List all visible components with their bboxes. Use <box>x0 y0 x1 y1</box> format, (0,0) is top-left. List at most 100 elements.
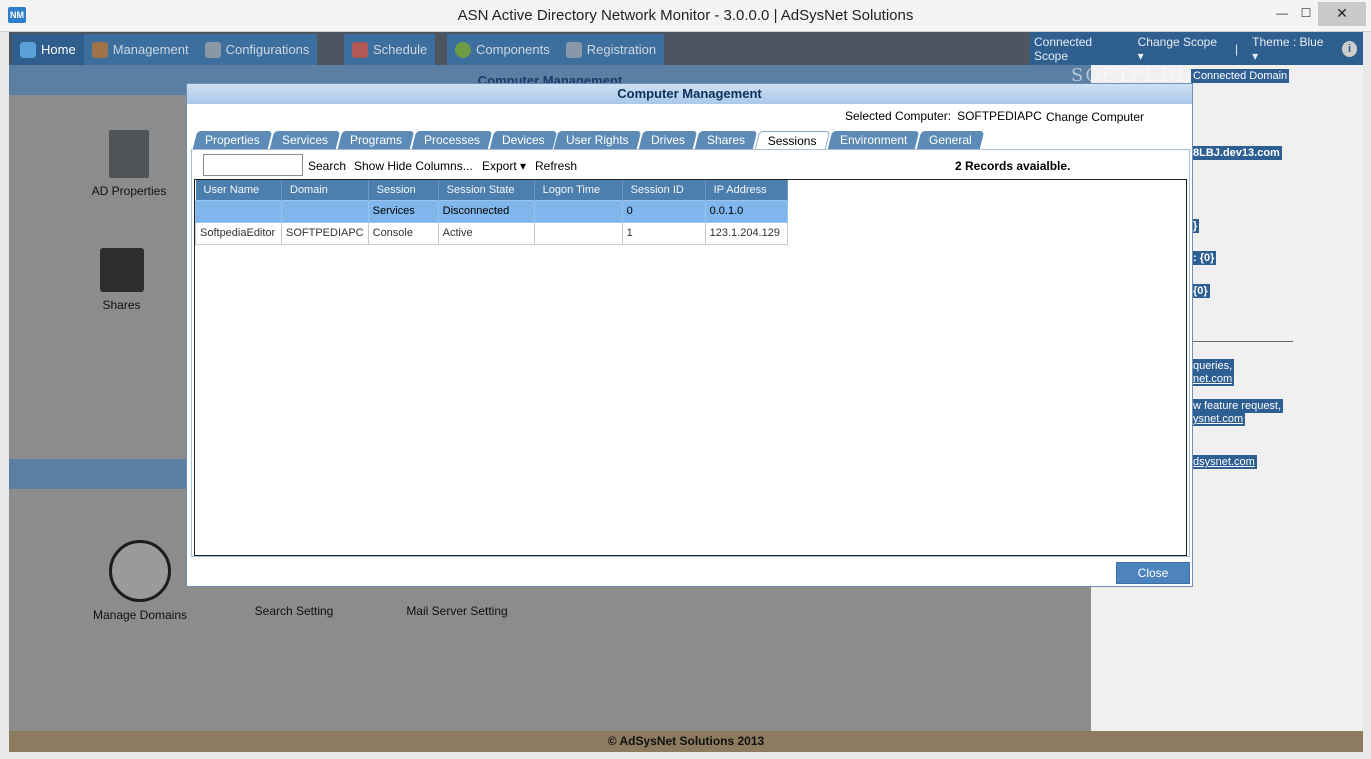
window-title-bar: NM ASN Active Directory Network Monitor … <box>0 0 1371 32</box>
tile-manage-domains[interactable]: Manage Domains <box>89 540 191 622</box>
computer-management-dialog: Computer Management Selected Computer: SO… <box>186 83 1193 587</box>
sales-link[interactable]: dsysnet.com <box>1191 455 1257 469</box>
cell-logon-time <box>533 199 623 223</box>
home-icon <box>20 41 36 58</box>
tab-shares-label: Shares <box>707 133 746 147</box>
tab-programs-label: Programs <box>349 133 402 147</box>
tab-shares[interactable]: Shares <box>694 131 758 149</box>
count-text-2: {0} <box>1191 284 1210 298</box>
column-domain[interactable]: Domain <box>281 180 369 200</box>
menu-management-label: Management <box>112 42 189 57</box>
manage-domains-icon <box>109 540 171 602</box>
menu-separator: | <box>1235 41 1239 56</box>
feature-request-text: w feature request, <box>1191 399 1284 413</box>
close-window-button[interactable]: ✕ <box>1318 2 1366 26</box>
feature-link-text[interactable]: ysnet.com <box>1193 413 1243 425</box>
tile-shares-label: Shares <box>102 298 141 312</box>
menu-group-schedule: Schedule <box>344 34 436 65</box>
selected-computer-label: Selected Computer: <box>845 109 952 123</box>
search-button[interactable]: Search <box>308 159 346 173</box>
tab-environment-label: Environment <box>839 133 908 147</box>
column-ip-address[interactable]: IP Address <box>705 180 788 200</box>
support-link[interactable]: net.com <box>1191 372 1235 386</box>
menu-group-main: Home Management Configurations <box>12 34 318 65</box>
tile-ad-properties[interactable]: AD Properties <box>89 130 169 198</box>
refresh-button[interactable]: Refresh <box>535 159 577 173</box>
show-hide-columns-button[interactable]: Show Hide Columns... <box>354 159 473 173</box>
domain-name-text: 8LBJ.dev13.com <box>1191 146 1282 160</box>
tab-services-label: Services <box>281 133 328 147</box>
tab-programs[interactable]: Programs <box>337 131 414 149</box>
tab-general[interactable]: General <box>917 131 985 149</box>
theme-dropdown[interactable]: Theme : Blue ▾ <box>1252 35 1328 63</box>
tab-processes-label: Processes <box>423 133 480 147</box>
cell-user-name: SoftpediaEditor <box>195 221 282 245</box>
side-divider <box>1191 341 1293 342</box>
tab-devices[interactable]: Devices <box>489 131 557 149</box>
menu-components[interactable]: Components <box>447 34 558 65</box>
column-logon-time[interactable]: Logon Time <box>534 180 623 200</box>
tab-sessions[interactable]: Sessions <box>754 131 831 149</box>
tab-user-rights[interactable]: User Rights <box>554 131 642 149</box>
menu-registration[interactable]: Registration <box>558 34 664 65</box>
column-session-id[interactable]: Session ID <box>622 180 706 200</box>
ad-properties-icon <box>109 130 149 178</box>
cell-domain: SOFTPEDIAPC <box>281 221 369 245</box>
user-icon <box>91 41 108 58</box>
sessions-grid: User Name Domain Session Session State L… <box>194 179 1187 556</box>
menu-management[interactable]: Management <box>84 34 197 65</box>
change-scope-dropdown[interactable]: Change Scope ▾ <box>1138 35 1221 63</box>
tile-shares[interactable]: Shares <box>89 248 154 312</box>
change-computer-button[interactable]: Change Computer <box>1046 110 1144 124</box>
tile-manage-domains-label: Manage Domains <box>92 608 188 622</box>
shares-folder-icon <box>99 248 144 292</box>
maximize-button[interactable]: ☐ <box>1292 2 1320 26</box>
tile-mail-server-setting[interactable]: Mail Server Setting <box>401 604 513 618</box>
menu-configurations[interactable]: Configurations <box>197 34 318 65</box>
column-session-state[interactable]: Session State <box>438 180 535 200</box>
cell-logon-time <box>533 221 623 245</box>
table-row[interactable]: SoftpediaEditor SOFTPEDIAPC Console Acti… <box>195 221 788 245</box>
menu-home-label: Home <box>41 42 76 57</box>
tab-drives-label: Drives <box>651 133 686 147</box>
copyright-footer: © AdSysNet Solutions 2013 <box>9 731 1363 752</box>
menu-components-label: Components <box>476 42 550 57</box>
cell-session: Console <box>367 221 439 245</box>
tab-user-rights-label: User Rights <box>566 133 630 147</box>
tab-devices-label: Devices <box>501 133 545 147</box>
records-count: 2 Records avaialble. <box>955 159 1071 173</box>
dialog-title: Computer Management <box>187 84 1192 104</box>
export-dropdown[interactable]: Export ▾ <box>482 159 526 173</box>
globe-icon <box>455 41 471 58</box>
menu-home[interactable]: Home <box>12 34 84 65</box>
search-input[interactable] <box>203 154 303 176</box>
tile-search-setting[interactable]: Search Setting <box>249 604 339 618</box>
column-session[interactable]: Session <box>368 180 439 200</box>
connected-scope-link[interactable]: Connected Scope <box>1034 35 1124 63</box>
selected-computer-value: SOFTPEDIAPC <box>957 109 1042 123</box>
column-user-name[interactable]: User Name <box>195 180 282 200</box>
sales-link-text[interactable]: dsysnet.com <box>1193 456 1255 468</box>
main-menu-bar: Home Management Configurations Schedule … <box>9 32 1363 65</box>
close-button[interactable]: Close <box>1116 562 1190 584</box>
cell-session: Services <box>367 199 439 223</box>
menu-registration-label: Registration <box>586 42 657 57</box>
support-link-text[interactable]: net.com <box>1193 373 1232 385</box>
table-header-row: User Name Domain Session Session State L… <box>195 180 788 200</box>
sessions-table: User Name Domain Session Session State L… <box>195 180 788 245</box>
tab-services[interactable]: Services <box>269 131 340 149</box>
tab-properties-label: Properties <box>205 133 260 147</box>
cell-session-id: 0 <box>621 199 706 223</box>
tile-mail-server-label: Mail Server Setting <box>406 604 508 618</box>
cell-user-name <box>195 199 282 223</box>
tab-drives[interactable]: Drives <box>638 131 698 149</box>
tab-environment[interactable]: Environment <box>827 131 920 149</box>
tab-properties[interactable]: Properties <box>192 131 272 149</box>
cell-ip-address: 123.1.204.129 <box>704 221 788 245</box>
cell-domain <box>281 199 369 223</box>
feature-link[interactable]: ysnet.com <box>1191 412 1246 426</box>
tab-processes[interactable]: Processes <box>411 131 493 149</box>
menu-schedule[interactable]: Schedule <box>344 34 435 65</box>
info-icon[interactable]: i <box>1341 40 1358 57</box>
table-row[interactable]: Services Disconnected 0 0.0.1.0 <box>195 199 788 223</box>
